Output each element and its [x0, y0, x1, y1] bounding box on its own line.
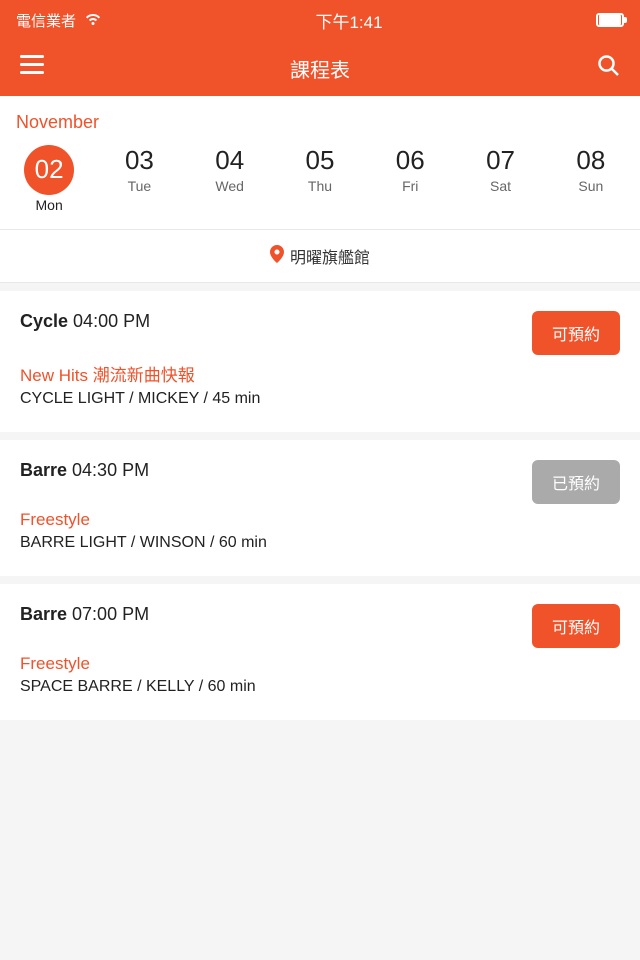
status-right	[596, 13, 624, 27]
day-name: Wed	[215, 178, 244, 194]
day-number: 05	[306, 145, 335, 176]
month-label: November	[0, 112, 640, 145]
class-type: Barre	[20, 460, 67, 480]
class-list: Cycle 04:00 PM 可預約 New Hits 潮流新曲快報 CYCLE LI…	[0, 291, 640, 720]
day-item-thu[interactable]: 05 Thu	[280, 145, 360, 213]
day-item-fri[interactable]: 06 Fri	[370, 145, 450, 213]
menu-icon[interactable]	[20, 55, 44, 81]
carrier-label: 電信業者	[16, 10, 76, 31]
day-name: Mon	[36, 197, 63, 213]
day-number: 07	[486, 145, 515, 176]
class-subtitle: Freestyle	[20, 510, 620, 530]
day-number: 08	[576, 145, 605, 176]
day-name: Fri	[402, 178, 418, 194]
location-name: 明曜旗艦館	[290, 244, 370, 268]
location-bar[interactable]: 明曜旗艦館	[0, 229, 640, 283]
calendar-section: November 02Mon03Tue04Wed05Thu06Fri07Sat0…	[0, 96, 640, 229]
nav-title: 課程表	[290, 54, 350, 83]
booked-button: 已預約	[532, 460, 620, 504]
status-time: 下午1:41	[315, 8, 382, 33]
class-title-time: Barre 07:00 PM	[20, 604, 149, 625]
book-button[interactable]: 可預約	[532, 604, 620, 648]
class-header: Barre 04:30 PM 已預約	[20, 460, 620, 504]
day-number: 06	[396, 145, 425, 176]
book-button[interactable]: 可預約	[532, 311, 620, 355]
class-detail: BARRE LIGHT / WINSON / 60 min	[20, 534, 620, 552]
class-type: Cycle	[20, 311, 68, 331]
search-icon[interactable]	[596, 53, 620, 83]
battery-icon	[596, 13, 624, 27]
day-item-wed[interactable]: 04 Wed	[190, 145, 270, 213]
class-detail: SPACE BARRE / KELLY / 60 min	[20, 678, 620, 696]
day-number: 02	[24, 145, 74, 195]
class-subtitle: New Hits 潮流新曲快報	[20, 361, 620, 386]
class-title-time: Barre 04:30 PM	[20, 460, 149, 481]
location-pin-icon	[270, 245, 284, 268]
day-item-sun[interactable]: 08 Sun	[551, 145, 631, 213]
class-detail: CYCLE LIGHT / MICKEY / 45 min	[20, 390, 620, 408]
class-subtitle: Freestyle	[20, 654, 620, 674]
day-name: Sat	[490, 178, 511, 194]
day-item-sat[interactable]: 07 Sat	[461, 145, 541, 213]
day-number: 04	[215, 145, 244, 176]
status-bar: 電信業者 下午1:41	[0, 0, 640, 40]
day-name: Thu	[308, 178, 332, 194]
class-header: Cycle 04:00 PM 可預約	[20, 311, 620, 355]
nav-bar: 課程表	[0, 40, 640, 96]
class-type: Barre	[20, 604, 67, 624]
class-card: Barre 04:30 PM 已預約 Freestyle BARRE LIGHT / …	[0, 440, 640, 576]
week-row: 02 Mon 03 Tue 04 Wed 05 Thu 06 Fri 07 Sat 08 Sun	[0, 145, 640, 229]
day-number: 03	[125, 145, 154, 176]
status-left: 電信業者	[16, 10, 102, 31]
class-card: Barre 07:00 PM 可預約 Freestyle SPACE BARRE / …	[0, 584, 640, 720]
day-name: Sun	[578, 178, 603, 194]
class-header: Barre 07:00 PM 可預約	[20, 604, 620, 648]
wifi-icon	[84, 11, 102, 29]
day-name: Tue	[128, 178, 152, 194]
day-item-tue[interactable]: 03 Tue	[99, 145, 179, 213]
class-card: Cycle 04:00 PM 可預約 New Hits 潮流新曲快報 CYCLE LI…	[0, 291, 640, 432]
class-title-time: Cycle 04:00 PM	[20, 311, 150, 332]
day-item-mon[interactable]: 02 Mon	[9, 145, 89, 213]
